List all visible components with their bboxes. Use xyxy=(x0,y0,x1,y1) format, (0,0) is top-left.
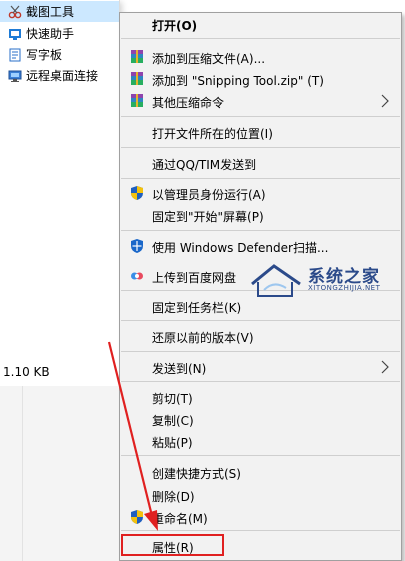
menu-separator xyxy=(121,530,400,531)
house-logo-icon xyxy=(251,264,301,297)
chevron-right-icon xyxy=(381,360,389,374)
watermark-logo: 系统之家 XITONGZHIJIA.NET xyxy=(248,262,398,300)
menu-item-rename[interactable]: 重命名(M) xyxy=(120,506,401,528)
menu-item-copy[interactable]: 复制(C) xyxy=(120,408,401,430)
menu-item-other-compress[interactable]: 其他压缩命令 xyxy=(120,90,401,112)
menu-item-send-to[interactable]: 发送到(N) xyxy=(120,356,401,378)
properties-highlight-box xyxy=(121,534,224,556)
menu-separator xyxy=(121,351,400,352)
menu-item-send-via-qq[interactable]: 通过QQ/TIM发送到 xyxy=(120,152,401,174)
explorer-empty-area xyxy=(0,386,119,561)
baidu-cloud-icon xyxy=(129,268,145,284)
archive-icon xyxy=(129,49,145,65)
quick-assist-icon xyxy=(8,27,22,41)
menu-separator xyxy=(121,147,400,148)
menu-item-open-file-location[interactable]: 打开文件所在的位置(I) xyxy=(120,121,401,143)
file-name: 写字板 xyxy=(26,48,63,62)
file-name: 截图工具 xyxy=(26,5,75,19)
column-divider xyxy=(22,386,23,561)
menu-item-cut[interactable]: 剪切(T) xyxy=(120,386,401,408)
menu-item-defender-scan[interactable]: 使用 Windows Defender扫描... xyxy=(120,235,401,257)
file-name: 快速助手 xyxy=(26,27,75,41)
menu-item-open[interactable]: 打开(O) xyxy=(120,13,401,35)
menu-separator xyxy=(121,116,400,117)
file-item-quick-assist[interactable]: 快速助手 xyxy=(0,23,119,44)
menu-item-restore-previous[interactable]: 还原以前的版本(V) xyxy=(120,325,401,347)
file-size-label: 1.10 KB xyxy=(3,365,50,379)
wordpad-icon xyxy=(8,48,22,62)
explorer-file-list: 截图工具 快速助手 写字板 远程桌面连接 1.10 KB xyxy=(0,0,120,386)
archive-icon xyxy=(129,71,145,87)
watermark-subtitle: XITONGZHIJIA.NET xyxy=(308,284,381,292)
scissors-icon xyxy=(8,5,22,19)
menu-separator xyxy=(121,320,400,321)
menu-separator xyxy=(121,230,400,231)
menu-item-run-as-admin[interactable]: 以管理员身份运行(A) xyxy=(120,182,401,204)
file-item-snipping-tool[interactable]: 截图工具 xyxy=(0,1,119,22)
screenshot-stage: 截图工具 快速助手 写字板 远程桌面连接 1.10 KB 打开(O) 添加到压缩… xyxy=(0,0,405,561)
menu-item-add-to-archive[interactable]: 添加到压缩文件(A)... xyxy=(120,46,401,68)
uac-shield-icon xyxy=(129,509,145,525)
menu-item-pin-to-start[interactable]: 固定到"开始"屏幕(P) xyxy=(120,204,401,226)
menu-separator xyxy=(121,455,400,456)
menu-separator xyxy=(121,381,400,382)
file-item-remote-desktop[interactable]: 远程桌面连接 xyxy=(0,65,119,86)
menu-separator xyxy=(121,178,400,179)
file-name: 远程桌面连接 xyxy=(26,69,99,83)
defender-shield-icon xyxy=(129,238,145,254)
file-item-wordpad[interactable]: 写字板 xyxy=(0,44,119,65)
menu-item-create-shortcut[interactable]: 创建快捷方式(S) xyxy=(120,461,401,483)
menu-item-add-to-zip[interactable]: 添加到 "Snipping Tool.zip" (T) xyxy=(120,68,401,90)
menu-item-delete[interactable]: 删除(D) xyxy=(120,484,401,506)
archive-icon xyxy=(129,93,145,109)
chevron-right-icon xyxy=(381,94,389,108)
menu-item-paste[interactable]: 粘贴(P) xyxy=(120,430,401,452)
uac-shield-icon xyxy=(129,185,145,201)
remote-desktop-icon xyxy=(8,69,22,83)
menu-separator xyxy=(121,38,400,39)
